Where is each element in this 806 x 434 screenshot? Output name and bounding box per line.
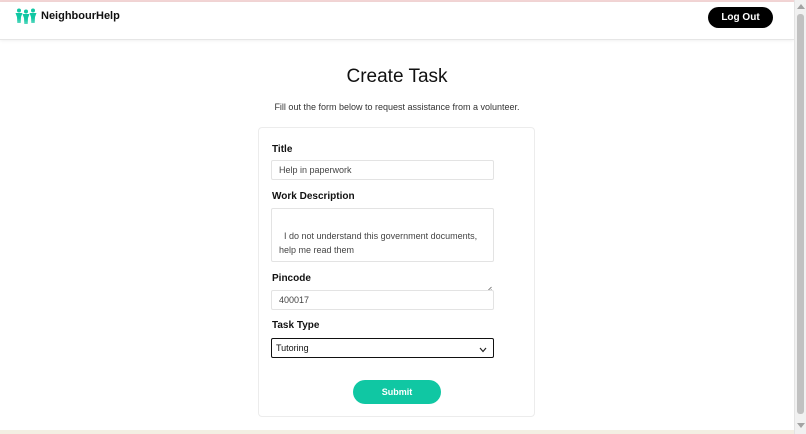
submit-button[interactable]: Submit bbox=[353, 380, 441, 404]
logout-button[interactable]: Log Out bbox=[708, 7, 773, 28]
logo-icon bbox=[15, 8, 37, 24]
description-textarea[interactable]: I do not understand this government docu… bbox=[271, 208, 494, 292]
resize-grip-icon[interactable] bbox=[486, 254, 492, 292]
scroll-down-arrow-icon[interactable] bbox=[797, 423, 805, 428]
task-type-value: Tutoring bbox=[276, 343, 309, 353]
scroll-up-arrow-icon[interactable] bbox=[797, 4, 805, 9]
task-type-select[interactable]: Tutoring bbox=[271, 338, 494, 358]
brand-name: NeighbourHelp bbox=[41, 10, 120, 22]
title-input[interactable] bbox=[271, 160, 494, 180]
title-label: Title bbox=[272, 144, 293, 155]
pincode-input[interactable] bbox=[271, 290, 494, 310]
description-text: I do not understand this government docu… bbox=[279, 231, 478, 255]
pincode-label: Pincode bbox=[272, 273, 311, 284]
brand[interactable]: NeighbourHelp bbox=[15, 8, 120, 24]
vertical-scrollbar[interactable] bbox=[794, 0, 806, 434]
page-subtitle: Fill out the form below to request assis… bbox=[274, 102, 520, 112]
page-title: Create Task bbox=[346, 66, 448, 87]
scrollbar-thumb[interactable] bbox=[797, 14, 804, 414]
description-label: Work Description bbox=[272, 191, 355, 202]
chevron-down-icon bbox=[479, 345, 487, 355]
bottom-edge bbox=[0, 430, 794, 434]
navbar: NeighbourHelp Log Out bbox=[0, 2, 794, 40]
task-type-label: Task Type bbox=[272, 320, 320, 331]
